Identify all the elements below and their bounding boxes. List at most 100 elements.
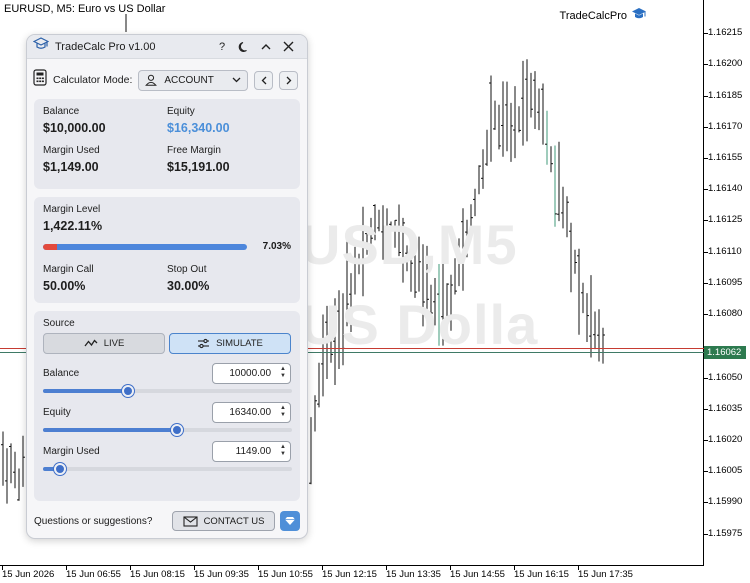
chevron-up-icon (261, 43, 271, 49)
spinner-arrows-icon[interactable]: ▲ ▼ (280, 444, 286, 458)
price-tick-label: 1.16140 (708, 183, 743, 194)
stop-out-label: Stop Out (167, 264, 207, 275)
spinner-arrows-icon[interactable]: ▲ ▼ (280, 405, 286, 419)
price-tick-label: 1.16200 (708, 58, 743, 69)
time-tick-label: 15 Jun 14:55 (450, 569, 505, 580)
graduation-cap-icon (32, 37, 50, 56)
margin-used-value: $1,149.00 (43, 160, 99, 174)
free-margin-label: Free Margin (167, 145, 221, 156)
balance-value: $10,000.00 (43, 121, 106, 135)
slider-value: 10000.00 (229, 367, 272, 379)
tradecalc-panel: TradeCalc Pro v1.00 ? Calculator Mode: A… (26, 34, 308, 539)
margin-used-label: Margin Used (43, 145, 100, 156)
slider-value: 1149.00 (235, 445, 272, 457)
live-button-label: LIVE (103, 338, 125, 349)
slider-value-input[interactable]: 16340.00 ▲ ▼ (212, 401, 291, 423)
premium-button[interactable] (280, 511, 300, 531)
slider-track[interactable] (43, 385, 292, 397)
margin-level-value: 1,422.11% (43, 219, 103, 233)
source-card: Source LIVE SIMULATE Balance 10000.00 ▲ ▼ Eq… (34, 311, 300, 501)
margin-level-bar-percent: 7.03% (262, 241, 291, 252)
calculator-icon (33, 69, 47, 91)
live-button[interactable]: LIVE (43, 333, 165, 354)
time-tick-label: 15 Jun 12:15 (322, 569, 377, 580)
user-icon (145, 74, 158, 86)
slider-label: Equity (43, 406, 71, 418)
equity-label: Equity (167, 106, 195, 117)
contact-us-button[interactable]: CONTACT US (172, 511, 275, 531)
time-tick-label: 15 Jun 06:55 (66, 569, 121, 580)
panel-titlebar[interactable]: TradeCalc Pro v1.00 ? (27, 35, 307, 59)
slider-block: Equity 16340.00 ▲ ▼ (43, 401, 292, 436)
price-tick-label: 1.16050 (708, 372, 743, 383)
spinner-arrows-icon[interactable]: ▲ ▼ (280, 366, 286, 380)
help-button[interactable]: ? (211, 37, 233, 57)
equity-value: $16,340.00 (167, 121, 230, 135)
indicator-label[interactable]: TradeCalcPro (560, 7, 647, 24)
slider-label: Balance (43, 367, 80, 379)
slider-value-input[interactable]: 1149.00 ▲ ▼ (212, 440, 291, 462)
chevron-down-icon (232, 77, 241, 83)
panel-footer: Questions or suggestions? CONTACT US (34, 510, 300, 532)
price-tick-label: 1.16155 (708, 152, 743, 163)
balance-label: Balance (43, 106, 80, 117)
theme-toggle-button[interactable] (233, 37, 255, 57)
price-tick-label: 1.16215 (708, 27, 743, 38)
account-summary-card: Balance $10,000.00 Equity $16,340.00 Mar… (34, 99, 300, 189)
slider-handle[interactable] (54, 463, 67, 475)
contact-us-label: CONTACT US (203, 515, 265, 527)
time-tick-label: 15 Jun 10:55 (258, 569, 313, 580)
time-tick-label: 15 Jun 2026 (2, 569, 55, 580)
moon-icon (238, 41, 247, 52)
collapse-button[interactable] (255, 37, 277, 57)
slider-track[interactable] (43, 463, 292, 475)
price-tick-label: 1.16185 (708, 90, 743, 101)
simulate-button[interactable]: SIMULATE (169, 333, 291, 354)
free-margin-value: $15,191.00 (167, 160, 230, 174)
price-tick-label: 1.16005 (708, 465, 743, 476)
source-toggle: LIVE SIMULATE (43, 333, 291, 354)
sliders-icon (198, 338, 210, 349)
slider-block: Margin Used 1149.00 ▲ ▼ (43, 440, 292, 475)
time-tick-label: 15 Jun 08:15 (130, 569, 185, 580)
price-tick-label: 1.16170 (708, 121, 743, 132)
slider-value-input[interactable]: 10000.00 ▲ ▼ (212, 362, 291, 384)
margin-level-bar-fill (43, 243, 58, 250)
indicator-name: TradeCalcPro (559, 9, 627, 22)
panel-title: TradeCalc Pro v1.00 (55, 40, 156, 53)
slider-handle[interactable] (171, 424, 184, 436)
slider-handle[interactable] (121, 385, 134, 397)
time-tick-label: 15 Jun 13:35 (386, 569, 441, 580)
price-tick-label: 1.16110 (708, 246, 742, 257)
pulse-icon (84, 339, 98, 347)
price-tick-label: 1.16020 (708, 434, 743, 445)
time-tick-label: 15 Jun 17:35 (578, 569, 633, 580)
slider-fill (43, 428, 178, 432)
calculator-mode-row: Calculator Mode: ACCOUNT (27, 65, 307, 95)
calculator-mode-dropdown[interactable]: ACCOUNT (138, 69, 249, 91)
chevron-left-icon (261, 76, 267, 84)
price-tick-label: 1.15990 (708, 496, 743, 507)
slider-fill (43, 389, 128, 393)
next-mode-button[interactable] (279, 70, 299, 90)
price-tick-label: 1.16125 (708, 214, 743, 225)
price-tick-label: 1.15975 (708, 528, 743, 539)
price-tick-label: 1.16035 (708, 403, 743, 414)
mail-icon (183, 515, 198, 527)
current-price-tag: 1.16062 (704, 346, 746, 359)
simulate-button-label: SIMULATE (216, 338, 263, 349)
price-tick-label: 1.16080 (708, 308, 743, 319)
slider-track[interactable] (43, 424, 292, 436)
margin-call-value: 50.00% (43, 279, 86, 293)
calculator-mode-label: Calculator Mode: (53, 74, 133, 86)
chevron-right-icon (286, 76, 292, 84)
time-tick-label: 15 Jun 16:15 (514, 569, 569, 580)
source-label: Source (43, 318, 75, 329)
margin-call-label: Margin Call (43, 264, 94, 275)
close-button[interactable] (277, 37, 299, 57)
price-tick-label: 1.16095 (708, 277, 743, 288)
calculator-mode-value: ACCOUNT (164, 74, 214, 86)
slider-label: Margin Used (43, 445, 100, 457)
previous-mode-button[interactable] (254, 70, 274, 90)
margin-level-card: Margin Level 1,422.11% 7.03% Margin Call… (34, 197, 300, 303)
